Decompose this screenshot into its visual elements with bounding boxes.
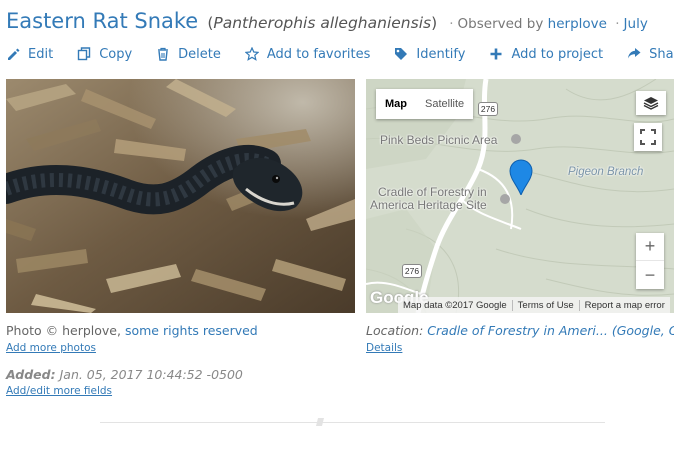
location-details-link[interactable]: Details	[366, 342, 402, 354]
layers-icon	[643, 97, 659, 110]
snake-photo-image	[6, 79, 355, 313]
photo-credit: Photo © herplove, some rights reserved	[6, 323, 258, 338]
separator-dot: ·	[615, 16, 620, 32]
tag-icon	[394, 47, 408, 61]
share-button[interactable]: Share	[627, 47, 674, 62]
edit-label: Edit	[28, 46, 54, 62]
observed-by-label: Observed by	[457, 16, 544, 32]
zoom-control: + −	[636, 233, 664, 289]
section-divider	[100, 422, 605, 423]
map-label-picnic-area: Pink Beds Picnic Area	[380, 133, 498, 147]
location-label: Location:	[366, 323, 424, 338]
common-name[interactable]: Eastern Rat Snake	[6, 9, 198, 33]
observation-photo[interactable]	[6, 79, 355, 313]
added-value: Jan. 05, 2017 10:44:52 -0500	[59, 367, 243, 382]
photo-credit-prefix: Photo © herplove,	[6, 323, 121, 338]
map-type-control: Map Satellite	[376, 89, 474, 119]
identify-button[interactable]: Identify	[394, 47, 465, 62]
location-info: Location: Cradle of Forestry in Ameri...…	[366, 323, 674, 338]
fullscreen-icon	[640, 129, 656, 145]
location-pin-icon[interactable]	[509, 159, 533, 195]
added-label: Added:	[6, 367, 56, 382]
add-edit-fields-link[interactable]: Add/edit more fields	[6, 385, 112, 397]
copy-button[interactable]: Copy	[77, 47, 132, 62]
route-276-shield-north: 276	[478, 102, 498, 116]
observer-link[interactable]: herplove	[548, 16, 607, 32]
divider-ornament-icon	[316, 418, 324, 426]
observation-title: Eastern Rat Snake (Pantherophis alleghan…	[6, 9, 648, 37]
star-icon	[244, 47, 259, 61]
separator-dot: ·	[449, 16, 454, 32]
observed-by: · Observed by herplove · July	[445, 16, 648, 32]
copy-label: Copy	[99, 46, 133, 62]
fullscreen-button[interactable]	[634, 123, 662, 151]
zoom-in-button[interactable]: +	[636, 233, 664, 261]
trash-icon	[156, 47, 170, 61]
add-to-project-button[interactable]: Add to project	[489, 47, 603, 62]
copy-icon	[77, 47, 91, 61]
scientific-name: (Pantherophis alleghaniensis)	[207, 14, 438, 32]
report-map-error-link[interactable]: Report a map error	[578, 299, 670, 311]
location-map[interactable]: Pink Beds Picnic Area Cradle of Forestry…	[366, 79, 674, 313]
share-label: Share	[649, 46, 674, 62]
map-label-cradle-line2: America Heritage Site	[370, 198, 487, 212]
map-label-pigeon-branch: Pigeon Branch	[568, 166, 644, 178]
map-data-attribution: Map data ©2017 Google	[403, 299, 507, 311]
layers-button[interactable]	[636, 91, 666, 115]
map-label-cradle-line1: Cradle of Forestry in	[378, 185, 487, 199]
terms-of-use-link[interactable]: Terms of Use	[511, 299, 579, 311]
delete-button[interactable]: Delete	[156, 47, 221, 62]
identify-label: Identify	[416, 46, 466, 62]
location-value-link[interactable]: Cradle of Forestry in Ameri...	[427, 323, 608, 338]
plus-icon	[489, 47, 503, 61]
delete-label: Delete	[178, 46, 221, 62]
map-type-map-button[interactable]: Map	[376, 89, 416, 119]
map-type-satellite-button[interactable]: Satellite	[416, 89, 473, 119]
share-icon	[627, 47, 641, 61]
add-to-favorites-button[interactable]: Add to favorites	[244, 46, 371, 62]
observation-date[interactable]: July	[624, 16, 648, 32]
edit-button[interactable]: Edit	[6, 47, 53, 62]
action-bar: Edit Copy Delete Add to favorites Identi…	[6, 44, 674, 64]
license-link[interactable]: some rights reserved	[125, 323, 258, 338]
added-info: Added: Jan. 05, 2017 10:44:52 -0500	[6, 367, 243, 382]
scientific-name-text[interactable]: Pantherophis alleghaniensis	[213, 14, 431, 32]
map-attribution: Map data ©2017 Google Terms of Use Repor…	[398, 297, 670, 313]
zoom-out-button[interactable]: −	[636, 261, 664, 289]
add-more-photos-link[interactable]: Add more photos	[6, 342, 96, 354]
add-to-project-label: Add to project	[511, 46, 604, 62]
pencil-icon	[6, 47, 20, 61]
route-276-shield-south: 276	[402, 264, 422, 278]
add-to-favorites-label: Add to favorites	[266, 46, 371, 62]
location-sources-link[interactable]: (Google, OSM)	[612, 323, 674, 338]
